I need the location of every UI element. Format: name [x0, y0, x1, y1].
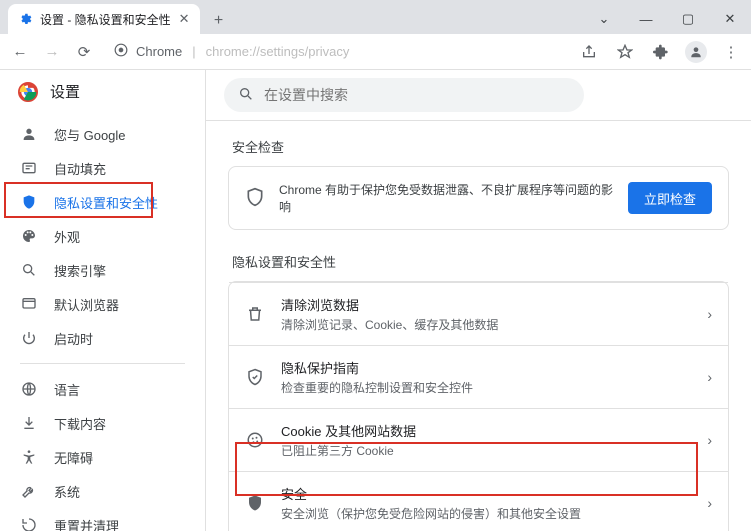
- safety-message: Chrome 有助于保护您免受数据泄露、不良扩展程序等问题的影响: [279, 181, 614, 215]
- row-clear-data[interactable]: 清除浏览数据清除浏览记录、Cookie、缓存及其他数据 ›: [229, 282, 728, 345]
- sidebar-item-label: 默认浏览器: [54, 295, 119, 314]
- sidebar-item-languages[interactable]: 语言: [0, 372, 193, 406]
- reload-button[interactable]: ⟳: [72, 40, 96, 64]
- safety-check-button[interactable]: 立即检查: [628, 182, 712, 214]
- sidebar-item-label: 启动时: [54, 329, 93, 348]
- download-icon: [20, 415, 38, 431]
- window-controls: ⌄ — ▢ ✕: [583, 4, 751, 34]
- sidebar-item-default-browser[interactable]: 默认浏览器: [0, 287, 193, 321]
- browser-icon: [20, 296, 38, 312]
- row-subtitle: 已阻止第三方 Cookie: [281, 442, 691, 459]
- sidebar-item-on-startup[interactable]: 启动时: [0, 321, 193, 355]
- search-input[interactable]: [264, 87, 570, 103]
- search-row: [206, 70, 751, 120]
- sidebar: 设置 您与 Google 自动填充 隐私设置和安全性 外观: [0, 70, 206, 531]
- new-tab-button[interactable]: +: [206, 8, 232, 34]
- chevron-right-icon: ›: [707, 306, 712, 322]
- palette-icon: [20, 228, 38, 244]
- sidebar-item-appearance[interactable]: 外观: [0, 219, 193, 253]
- sidebar-item-accessibility[interactable]: 无障碍: [0, 440, 193, 474]
- wrench-icon: [20, 483, 38, 499]
- sidebar-item-you-and-google[interactable]: 您与 Google: [0, 117, 193, 151]
- sidebar-item-downloads[interactable]: 下载内容: [0, 406, 193, 440]
- main-scroll: 安全检查 Chrome 有助于保护您免受数据泄露、不良扩展程序等问题的影响 立即…: [206, 120, 751, 531]
- person-icon: [20, 126, 38, 142]
- sidebar-item-reset[interactable]: 重置并清理: [0, 508, 193, 531]
- row-cookies[interactable]: Cookie 及其他网站数据已阻止第三方 Cookie ›: [229, 408, 728, 471]
- safety-section-title: 安全检查: [232, 137, 725, 156]
- sidebar-item-label: 自动填充: [54, 159, 106, 178]
- row-privacy-guide[interactable]: 隐私保护指南检查重要的隐私控制设置和安全控件 ›: [229, 345, 728, 408]
- globe-icon: [20, 381, 38, 397]
- row-subtitle: 检查重要的隐私控制设置和安全控件: [281, 379, 691, 396]
- chrome-scheme-icon: [114, 43, 128, 60]
- urlbar: ← → ⟳ Chrome | chrome://settings/privacy…: [0, 34, 751, 70]
- shield-icon: [245, 494, 265, 512]
- sidebar-item-label: 系统: [54, 482, 80, 501]
- safety-check-card: Chrome 有助于保护您免受数据泄露、不良扩展程序等问题的影响 立即检查: [228, 166, 729, 230]
- row-subtitle: 安全浏览（保护您免受危险网站的侵害）和其他安全设置: [281, 505, 691, 522]
- kebab-menu-icon[interactable]: ⋮: [719, 40, 743, 64]
- bookmark-icon[interactable]: [613, 40, 637, 64]
- shield-check-icon: [245, 368, 265, 386]
- maximize-button[interactable]: ▢: [667, 4, 709, 34]
- autofill-icon: [20, 160, 38, 176]
- sidebar-item-label: 搜索引擎: [54, 261, 106, 280]
- address-path: chrome://settings/privacy: [206, 44, 350, 59]
- row-title: Cookie 及其他网站数据: [281, 421, 691, 440]
- sidebar-item-label: 下载内容: [54, 414, 106, 433]
- privacy-card: 清除浏览数据清除浏览记录、Cookie、缓存及其他数据 › 隐私保护指南检查重要…: [228, 281, 729, 531]
- sidebar-item-label: 重置并清理: [54, 516, 119, 531]
- sidebar-item-label: 隐私设置和安全性: [54, 193, 158, 212]
- main-column: 安全检查 Chrome 有助于保护您免受数据泄露、不良扩展程序等问题的影响 立即…: [206, 70, 751, 531]
- sidebar-menu: 您与 Google 自动填充 隐私设置和安全性 外观 搜索引擎 默认浏览器: [0, 113, 205, 531]
- chevron-down-icon[interactable]: ⌄: [583, 4, 625, 34]
- sidebar-item-label: 无障碍: [54, 448, 93, 467]
- tab-settings[interactable]: 设置 - 隐私设置和安全性 ✕: [8, 4, 200, 34]
- minimize-button[interactable]: —: [625, 4, 667, 34]
- search-icon: [20, 262, 38, 278]
- shield-icon: [245, 187, 265, 210]
- chevron-right-icon: ›: [707, 432, 712, 448]
- sidebar-item-search-engine[interactable]: 搜索引擎: [0, 253, 193, 287]
- settings-search[interactable]: [224, 78, 584, 112]
- row-security[interactable]: 安全安全浏览（保护您免受危险网站的侵害）和其他安全设置 ›: [229, 471, 728, 531]
- sidebar-item-autofill[interactable]: 自动填充: [0, 151, 193, 185]
- row-title: 安全: [281, 484, 691, 503]
- chrome-logo-icon: [18, 82, 38, 102]
- page-title: 设置: [50, 81, 80, 102]
- cookie-icon: [245, 431, 265, 449]
- share-icon[interactable]: [577, 40, 601, 64]
- row-title: 清除浏览数据: [281, 295, 691, 314]
- chevron-right-icon: ›: [707, 369, 712, 385]
- accessibility-icon: [20, 449, 38, 465]
- sidebar-item-label: 您与 Google: [54, 125, 126, 144]
- address-bar[interactable]: Chrome | chrome://settings/privacy: [104, 38, 569, 66]
- forward-button[interactable]: →: [40, 40, 64, 64]
- sidebar-item-privacy[interactable]: 隐私设置和安全性: [0, 185, 193, 219]
- shield-icon: [20, 194, 38, 210]
- trash-icon: [245, 305, 265, 323]
- gear-icon: [18, 12, 32, 26]
- search-icon: [238, 86, 254, 105]
- extensions-icon[interactable]: [649, 40, 673, 64]
- privacy-section-title: 隐私设置和安全性: [232, 252, 725, 271]
- power-icon: [20, 330, 38, 346]
- avatar[interactable]: [685, 41, 707, 63]
- sidebar-item-label: 语言: [54, 380, 80, 399]
- close-button[interactable]: ✕: [709, 4, 751, 34]
- sidebar-item-label: 外观: [54, 227, 80, 246]
- chevron-right-icon: ›: [707, 495, 712, 511]
- divider: [20, 363, 185, 364]
- row-title: 隐私保护指南: [281, 358, 691, 377]
- row-subtitle: 清除浏览记录、Cookie、缓存及其他数据: [281, 316, 691, 333]
- sidebar-item-system[interactable]: 系统: [0, 474, 193, 508]
- tab-title: 设置 - 隐私设置和安全性: [40, 11, 171, 28]
- restore-icon: [20, 517, 38, 531]
- brand-row: 设置: [0, 70, 205, 113]
- back-button[interactable]: ←: [8, 40, 32, 64]
- close-icon[interactable]: ✕: [179, 11, 190, 27]
- titlebar: 设置 - 隐私设置和安全性 ✕ + ⌄ — ▢ ✕: [0, 0, 751, 34]
- address-scheme: Chrome: [136, 44, 182, 59]
